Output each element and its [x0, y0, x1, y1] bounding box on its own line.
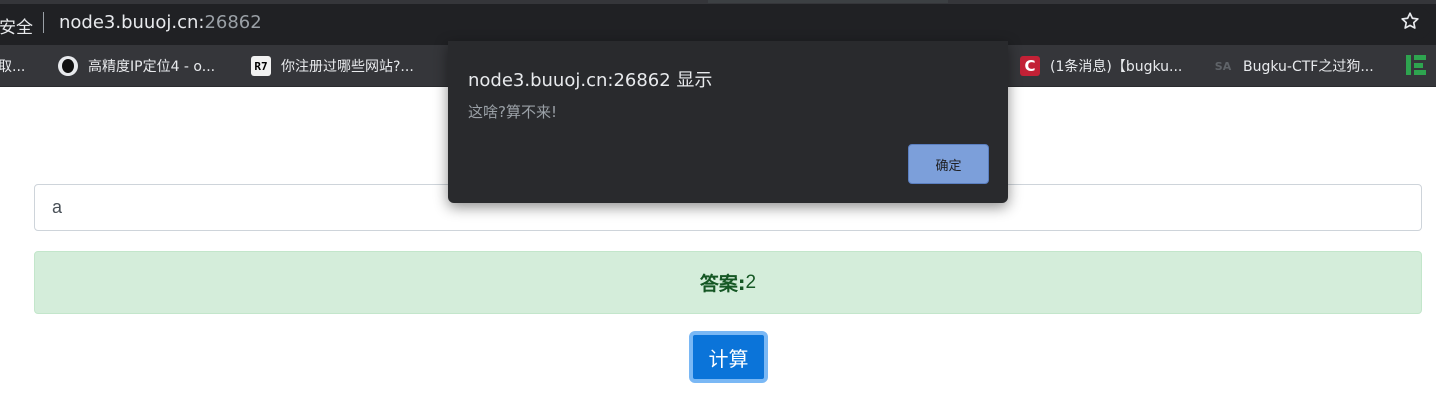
alert-message: 这啥?算不来!	[468, 103, 557, 121]
tab-strip	[0, 0, 1436, 4]
calculate-button[interactable]: 计算	[689, 331, 768, 383]
sa-favicon-icon: SA	[1214, 59, 1232, 73]
green-app-icon[interactable]	[1405, 54, 1427, 76]
bookmark-item[interactable]: R7 你注册过哪些网站?...	[251, 54, 414, 78]
csdn-favicon-icon: C	[1020, 56, 1040, 76]
answer-value: 2	[745, 271, 757, 293]
url-port: 26862	[204, 12, 262, 33]
r7-favicon-icon: R7	[251, 56, 271, 76]
security-indicator[interactable]: 不安全	[0, 13, 33, 38]
bookmark-label: (1条消息)【bugku...	[1050, 59, 1183, 75]
answer-label: 答案:	[699, 273, 746, 295]
bookmark-star-icon[interactable]	[1399, 10, 1421, 32]
alert-title: node3.buuoj.cn:26862 显示	[468, 70, 713, 91]
bookmark-label: 取...	[0, 59, 26, 75]
url-separator	[43, 12, 44, 33]
alert-ok-button[interactable]: 确定	[908, 144, 989, 184]
url-host: node3.buuoj.cn:	[59, 12, 205, 33]
bookmark-item[interactable]: SA Bugku-CTF之过狗...	[1213, 54, 1374, 78]
bookmark-label: 你注册过哪些网站?...	[281, 59, 414, 75]
alert-dialog: node3.buuoj.cn:26862 显示 这啥?算不来! 确定	[448, 41, 1008, 203]
active-tab-edge	[708, 0, 948, 3]
url-text[interactable]: node3.buuoj.cn:26862	[59, 12, 262, 33]
person-favicon-icon	[58, 56, 78, 76]
address-bar-row: 不安全 node3.buuoj.cn:26862	[0, 0, 1436, 45]
answer-alert: 答案: 2	[34, 251, 1422, 314]
bookmark-item[interactable]: 取...	[0, 54, 25, 78]
bookmark-item[interactable]: C (1条消息)【bugku...	[1020, 54, 1182, 78]
bookmark-label: 高精度IP定位4 - o...	[88, 59, 216, 75]
bookmark-label: Bugku-CTF之过狗...	[1243, 59, 1374, 75]
bookmark-item[interactable]: 高精度IP定位4 - o...	[58, 54, 215, 78]
